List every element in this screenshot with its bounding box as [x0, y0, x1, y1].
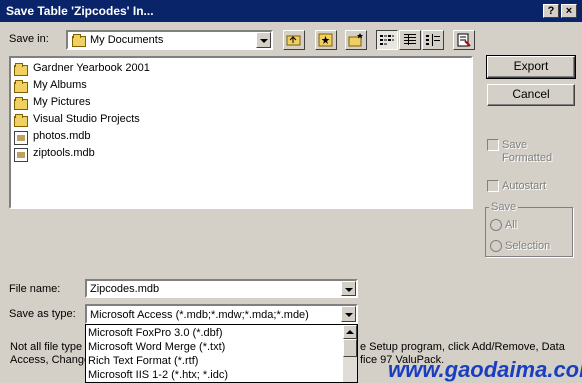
save-as-type-dropdown[interactable]: Microsoft Access (*.mdb;*.mdw;*.mda;*.md… — [85, 304, 358, 324]
save-as-type-list[interactable]: Microsoft FoxPro 3.0 (*.dbf) Microsoft Wo… — [85, 324, 358, 383]
type-list-scrollbar[interactable] — [343, 325, 357, 382]
folder-icon — [14, 97, 28, 110]
list-view-icon — [380, 35, 394, 45]
note-line2-left: Access, Change — [10, 354, 91, 366]
save-formatted-label: Save Formatted — [502, 139, 552, 165]
file-list[interactable]: Gardner Yearbook 2001 My Albums My Picture… — [9, 56, 473, 209]
save-as-type-value: Microsoft Access (*.mdb;*.mdw;*.mda;*.md… — [90, 309, 309, 321]
file-name-value: Zipcodes.mdb — [90, 283, 160, 295]
save-in-label: Save in: — [9, 33, 49, 45]
save-in-dropdown[interactable]: My Documents — [66, 30, 273, 50]
access-db-icon — [14, 131, 28, 145]
save-group-label: Save — [489, 201, 519, 213]
file-name-label: File name: — [9, 283, 61, 295]
folder-icon — [72, 34, 86, 47]
favorites-icon — [318, 33, 333, 47]
type-option[interactable]: Microsoft FoxPro 3.0 (*.dbf) — [86, 326, 342, 340]
list-item[interactable]: Visual Studio Projects — [14, 112, 314, 129]
list-item-label: My Albums — [33, 79, 87, 91]
details-view-icon — [404, 34, 416, 45]
all-radio-label: All — [505, 219, 518, 231]
cancel-button[interactable]: Cancel — [487, 84, 575, 106]
autostart-checkbox[interactable] — [487, 180, 499, 192]
commands-icon — [457, 33, 471, 47]
list-item[interactable]: My Albums — [14, 78, 314, 95]
list-item[interactable]: ziptools.mdb — [14, 146, 314, 163]
properties-view-icon — [426, 34, 440, 46]
up-one-level-button[interactable] — [283, 30, 305, 50]
save-formatted-label-line1: Save — [502, 139, 528, 151]
save-as-type-label: Save as type: — [9, 308, 76, 320]
chevron-down-icon[interactable] — [341, 281, 356, 296]
create-new-folder-button[interactable] — [345, 30, 367, 50]
window-title: Save Table 'Zipcodes' In... — [6, 4, 154, 18]
scroll-up-button[interactable] — [343, 325, 357, 339]
list-item[interactable]: My Pictures — [14, 95, 314, 112]
folder-icon — [14, 80, 28, 93]
save-in-value: My Documents — [90, 34, 164, 46]
chevron-down-icon[interactable] — [341, 306, 356, 322]
folder-icon — [14, 114, 28, 127]
chevron-down-icon[interactable] — [256, 32, 271, 48]
autostart-label: Autostart — [502, 180, 547, 192]
type-option[interactable]: Microsoft IIS 1-2 (*.htx; *.idc) — [86, 368, 342, 382]
all-radio[interactable] — [490, 219, 502, 231]
note-line1-right: e Setup program, click Add/Remove, Data — [360, 341, 565, 353]
new-folder-icon — [348, 33, 363, 47]
commands-settings-button[interactable] — [453, 30, 475, 50]
list-view-button[interactable] — [376, 30, 398, 50]
list-item[interactable]: Gardner Yearbook 2001 — [14, 61, 314, 78]
type-option[interactable]: Microsoft Word Merge (*.txt) — [86, 340, 342, 354]
save-formatted-label-line2: Formatted — [502, 152, 553, 164]
help-button[interactable]: ? — [543, 4, 559, 18]
list-item-label: Visual Studio Projects — [33, 113, 140, 125]
list-item[interactable]: photos.mdb — [14, 129, 314, 146]
list-item-label: Gardner Yearbook 2001 — [33, 62, 150, 74]
watermark: www.gaodaima.com — [388, 357, 582, 382]
search-web-button[interactable] — [315, 30, 337, 50]
arrow-up-icon — [346, 330, 354, 334]
details-view-button[interactable] — [399, 30, 421, 50]
properties-view-button[interactable] — [422, 30, 444, 50]
list-item-label: ziptools.mdb — [33, 147, 95, 159]
selection-radio-label: Selection — [505, 240, 551, 252]
access-db-icon — [14, 148, 28, 162]
export-button[interactable]: Export — [486, 55, 576, 79]
list-item-label: photos.mdb — [33, 130, 91, 142]
note-line1-left: Not all file type — [10, 341, 83, 353]
scroll-thumb[interactable] — [343, 339, 357, 357]
folder-icon — [14, 63, 28, 76]
selection-radio[interactable] — [490, 240, 502, 252]
type-option[interactable]: Rich Text Format (*.rtf) — [86, 354, 342, 368]
save-formatted-checkbox[interactable] — [487, 139, 499, 151]
close-button[interactable]: × — [561, 4, 577, 18]
file-name-input[interactable]: Zipcodes.mdb — [85, 279, 358, 298]
list-item-label: My Pictures — [33, 96, 91, 108]
up-folder-icon — [286, 35, 301, 46]
title-bar: Save Table 'Zipcodes' In... ? × — [0, 0, 582, 22]
